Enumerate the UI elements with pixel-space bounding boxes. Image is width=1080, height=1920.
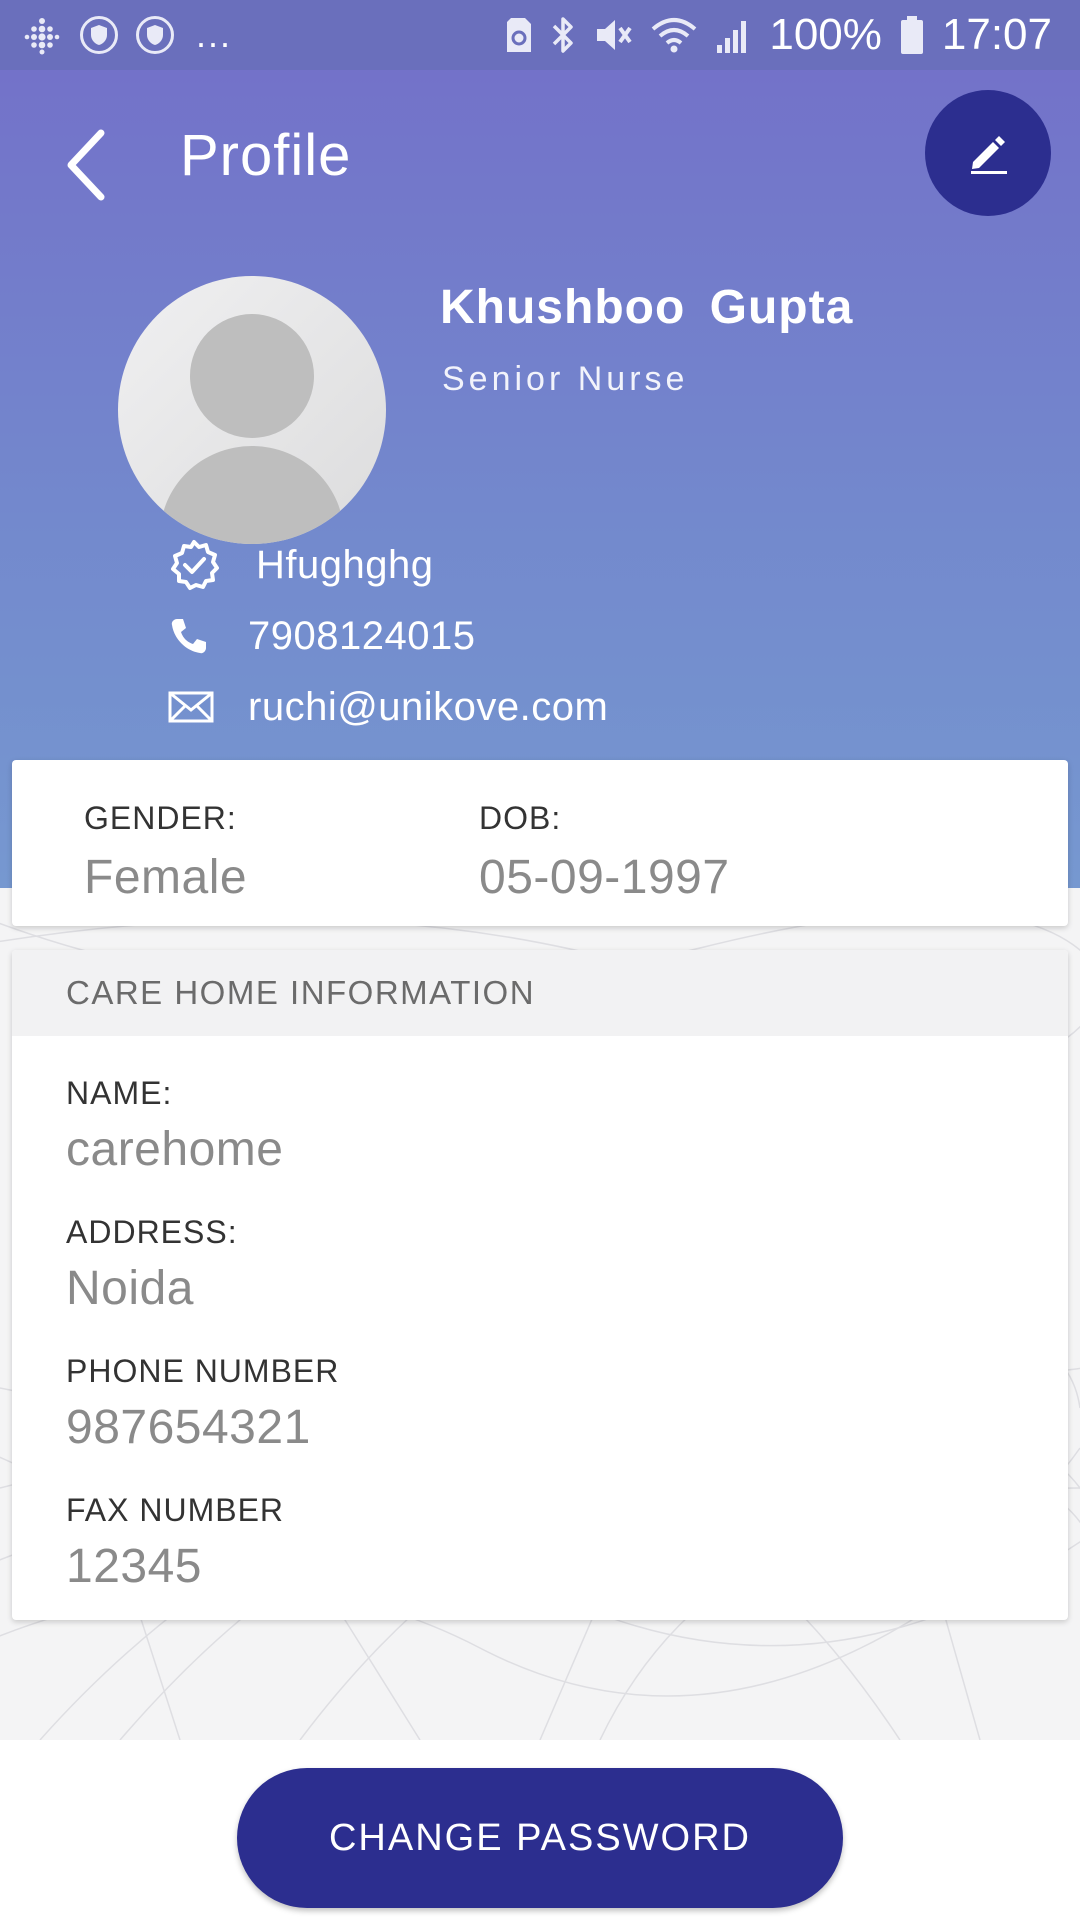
more-notifications-text: ... bbox=[196, 14, 233, 55]
page-title: Profile bbox=[180, 123, 352, 188]
badge-row: Hfughghg bbox=[168, 540, 433, 590]
phone-icon bbox=[168, 611, 224, 661]
change-password-button[interactable]: CHANGE PASSWORD bbox=[237, 1768, 843, 1908]
care-home-phone-label: PHONE NUMBER bbox=[66, 1353, 340, 1389]
gender-value: Female bbox=[84, 851, 248, 904]
care-home-address-value: Noida bbox=[66, 1262, 194, 1315]
badge-text: Hfughghg bbox=[256, 542, 434, 587]
pencil-icon bbox=[971, 136, 1007, 174]
status-bar-right: 100% 17:07 bbox=[505, 10, 1052, 60]
user-role: Senior Nurse bbox=[442, 360, 689, 398]
status-bar: ... 100% 17:07 bbox=[0, 0, 1080, 70]
edit-profile-button[interactable] bbox=[925, 90, 1051, 216]
status-bar-left: ... bbox=[22, 14, 232, 56]
care-home-phone-value: 987654321 bbox=[66, 1401, 311, 1454]
shield-icon bbox=[80, 16, 118, 54]
avatar bbox=[118, 276, 386, 544]
basic-info-card: GENDER: Female DOB: 05-09-1997 bbox=[12, 760, 1068, 926]
care-home-name-value: carehome bbox=[66, 1123, 284, 1176]
avatar-body bbox=[160, 446, 344, 544]
email-row: ruchi@unikove.com bbox=[168, 682, 608, 732]
mute-icon bbox=[593, 15, 633, 55]
email-text[interactable]: ruchi@unikove.com bbox=[248, 685, 608, 730]
user-name: Khushboo Gupta bbox=[440, 281, 854, 334]
care-home-card: CARE HOME INFORMATION NAME: carehome ADD… bbox=[12, 950, 1068, 1620]
back-arrow-icon bbox=[67, 129, 105, 201]
back-button[interactable] bbox=[50, 115, 120, 215]
signal-icon bbox=[715, 15, 751, 55]
shield-icon bbox=[136, 16, 174, 54]
phone-text[interactable]: 7908124015 bbox=[248, 614, 475, 659]
verified-badge-icon bbox=[168, 540, 224, 590]
phone-row: 7908124015 bbox=[168, 611, 475, 661]
footer: CHANGE PASSWORD bbox=[0, 1740, 1080, 1920]
mail-icon bbox=[168, 682, 224, 732]
recycle-sim-icon bbox=[505, 16, 533, 54]
dob-value: 05-09-1997 bbox=[479, 851, 730, 904]
wifi-icon bbox=[651, 15, 697, 55]
care-home-name-label: NAME: bbox=[66, 1075, 173, 1111]
gender-label: GENDER: bbox=[84, 800, 237, 836]
clock-time: 17:07 bbox=[941, 10, 1052, 59]
care-home-address-label: ADDRESS: bbox=[66, 1214, 238, 1250]
battery-percent: 100% bbox=[769, 10, 882, 59]
dob-label: DOB: bbox=[479, 800, 562, 836]
care-home-fax-value: 12345 bbox=[66, 1540, 202, 1593]
care-home-section-title: CARE HOME INFORMATION bbox=[12, 950, 1068, 1036]
battery-icon bbox=[900, 15, 924, 55]
care-home-fax-label: FAX NUMBER bbox=[66, 1492, 285, 1528]
fitbit-icon bbox=[22, 15, 62, 55]
bluetooth-icon bbox=[551, 15, 575, 55]
avatar-head bbox=[190, 314, 314, 438]
